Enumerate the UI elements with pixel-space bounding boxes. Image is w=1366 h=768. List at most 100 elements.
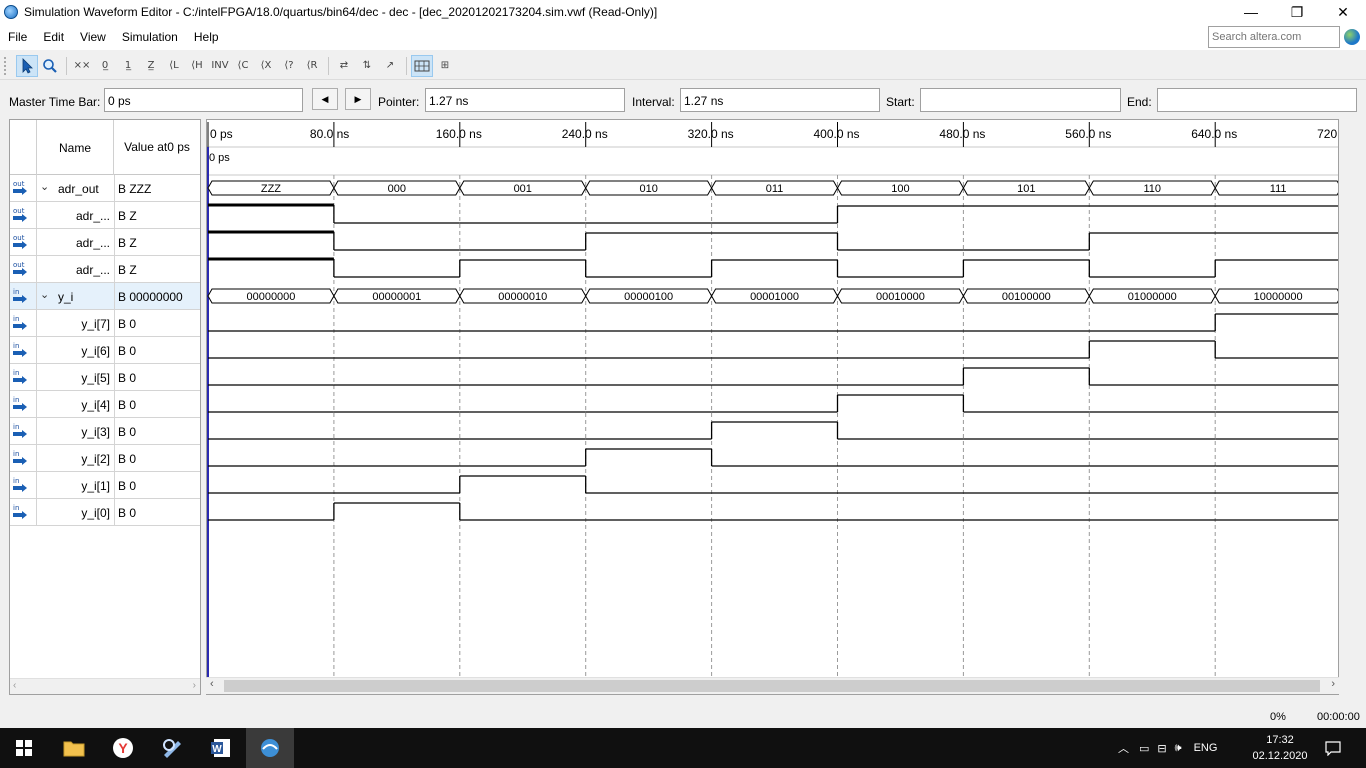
signal-row[interactable]: out adr_... B Z bbox=[10, 256, 200, 283]
pointer-label: Pointer: bbox=[378, 95, 420, 109]
volume-icon[interactable]: 🕪 bbox=[1175, 742, 1182, 755]
signal-value: B Z bbox=[118, 263, 137, 277]
scroll-left-icon[interactable]: ‹ bbox=[13, 680, 16, 691]
start-label: Start: bbox=[886, 95, 915, 109]
zoom-icon[interactable] bbox=[39, 55, 61, 77]
signal-row[interactable]: in y_i[7] B 0 bbox=[10, 310, 200, 337]
chevron-down-icon[interactable]: ⌄ bbox=[40, 180, 49, 193]
interval-field[interactable]: 1.27 ns bbox=[680, 88, 880, 112]
scroll-left-icon[interactable]: ‹ bbox=[210, 678, 214, 690]
overwrite-value-icon[interactable]: ⟨? bbox=[278, 55, 300, 77]
menu-file[interactable]: File bbox=[0, 26, 35, 48]
chevron-up-icon[interactable]: ︿ bbox=[1118, 740, 1129, 756]
column-divider bbox=[36, 391, 37, 418]
name-column-header[interactable]: Name bbox=[36, 120, 114, 175]
snap-icon[interactable]: ⊞ bbox=[434, 55, 456, 77]
pointer-field[interactable]: 1.27 ns bbox=[425, 88, 625, 112]
next-transition-button[interactable]: ▶ bbox=[345, 88, 371, 110]
signal-row[interactable]: in ⌄ y_i B 00000000 bbox=[10, 283, 200, 310]
bus-value-label: 00000010 bbox=[498, 291, 547, 303]
notifications-icon[interactable] bbox=[1325, 728, 1341, 768]
chevron-down-icon[interactable]: ⌄ bbox=[40, 288, 49, 301]
word-icon[interactable]: W bbox=[197, 728, 245, 768]
waveform-canvas[interactable]: 0 ps 80.0 ns 160.0 ns 240.0 ns 320.0 ns 400.0… bbox=[207, 120, 1339, 695]
signal-row[interactable]: in y_i[0] B 0 bbox=[10, 499, 200, 526]
end-field[interactable] bbox=[1157, 88, 1357, 112]
language-indicator[interactable]: ENG bbox=[1194, 742, 1218, 754]
uninit-icon[interactable]: ⨯⨯ bbox=[71, 55, 93, 77]
close-button[interactable]: ✕ bbox=[1320, 0, 1366, 24]
invert-icon[interactable]: ⟨L bbox=[163, 55, 185, 77]
bus-value-label: 010 bbox=[639, 183, 657, 195]
interval-label: Interval: bbox=[632, 95, 675, 109]
signal-row[interactable]: in y_i[5] B 0 bbox=[10, 364, 200, 391]
signal-row[interactable]: in y_i[6] B 0 bbox=[10, 337, 200, 364]
scroll-right-icon[interactable]: › bbox=[1331, 678, 1335, 690]
signal-row[interactable]: in y_i[2] B 0 bbox=[10, 445, 200, 472]
signal-value: B ZZZ bbox=[118, 182, 152, 196]
menu-view[interactable]: View bbox=[72, 26, 114, 48]
search-input[interactable] bbox=[1208, 26, 1340, 48]
count-value-icon[interactable]: ⟨H bbox=[186, 55, 208, 77]
signal-list-panel: Name Value at 0 ps out ⌄ adr_out B ZZZ out ad… bbox=[9, 119, 201, 695]
menu-edit[interactable]: Edit bbox=[35, 26, 72, 48]
signal-row[interactable]: out adr_... B Z bbox=[10, 229, 200, 256]
progress-percent: 0% bbox=[1270, 711, 1286, 723]
column-divider bbox=[114, 310, 115, 337]
svg-text:out: out bbox=[13, 207, 25, 215]
network-icon[interactable]: ⊟ bbox=[1157, 742, 1166, 755]
menu-help[interactable]: Help bbox=[186, 26, 227, 48]
signal-row[interactable]: in y_i[1] B 0 bbox=[10, 472, 200, 499]
bus-value-label: 100 bbox=[891, 183, 909, 195]
grid-icon[interactable] bbox=[411, 54, 433, 77]
sort-icon[interactable]: ⇅ bbox=[356, 55, 378, 77]
master-time-field[interactable]: 0 ps bbox=[104, 88, 303, 112]
signal-row[interactable]: in y_i[3] B 0 bbox=[10, 418, 200, 445]
scroll-right-icon[interactable]: › bbox=[193, 680, 196, 691]
windows-start-icon[interactable] bbox=[0, 728, 48, 768]
ruler-tick-label: 0 ps bbox=[210, 127, 233, 141]
snap-grid-icon[interactable]: ⟨R bbox=[301, 55, 323, 77]
pointer-icon[interactable] bbox=[16, 54, 38, 77]
signal-name: y_i[0] bbox=[81, 506, 110, 520]
signal-row[interactable]: out ⌄ adr_out B ZZZ bbox=[10, 175, 200, 202]
random-value-icon[interactable]: ⟨X bbox=[255, 55, 277, 77]
force-high-icon[interactable]: 1̲ bbox=[117, 55, 139, 77]
quartus-tool-icon[interactable] bbox=[148, 728, 196, 768]
signal-row[interactable]: in y_i[4] B 0 bbox=[10, 391, 200, 418]
yandex-browser-icon[interactable]: Y bbox=[99, 728, 147, 768]
signal-list-hscrollbar[interactable]: ‹ › bbox=[10, 678, 200, 694]
clock-icon[interactable]: INV bbox=[209, 55, 231, 77]
column-divider bbox=[114, 337, 115, 364]
force-low-icon[interactable]: 0̲ bbox=[94, 55, 116, 77]
force-dontcare-icon[interactable]: Z̲ bbox=[140, 55, 162, 77]
value-column-header[interactable]: Value at 0 ps bbox=[114, 120, 200, 175]
ruler-tick-label: 240.0 ns bbox=[562, 127, 608, 141]
scroll-thumb[interactable] bbox=[224, 680, 1320, 692]
waveform-panel[interactable]: 0 ps 80.0 ns 160.0 ns 240.0 ns 320.0 ns 400.0… bbox=[206, 119, 1339, 695]
minimize-button[interactable]: — bbox=[1228, 0, 1274, 24]
globe-icon[interactable] bbox=[1344, 29, 1360, 45]
waveform-hscrollbar[interactable]: ‹ › bbox=[206, 677, 1339, 694]
simulation-editor-taskbar-icon[interactable] bbox=[246, 728, 294, 768]
insert-node-icon[interactable]: ↗ bbox=[379, 55, 401, 77]
bus-value-label: 111 bbox=[1270, 183, 1287, 195]
input-pin-icon: in bbox=[12, 368, 30, 386]
start-field[interactable] bbox=[920, 88, 1121, 112]
waveform-vscrollbar[interactable] bbox=[1339, 119, 1357, 695]
signal-row[interactable]: out adr_... B Z bbox=[10, 202, 200, 229]
toolbar-grip[interactable] bbox=[4, 56, 8, 75]
group-icon[interactable]: ⇄ bbox=[333, 55, 355, 77]
battery-icon[interactable]: ▭ bbox=[1139, 742, 1149, 755]
maximize-button[interactable]: ❐ bbox=[1274, 0, 1320, 24]
prev-transition-button[interactable]: ◀ bbox=[312, 88, 338, 110]
signal-name: y_i[7] bbox=[81, 317, 110, 331]
file-explorer-icon[interactable] bbox=[50, 728, 98, 768]
column-divider bbox=[36, 472, 37, 499]
menu-simulation[interactable]: Simulation bbox=[114, 26, 186, 48]
input-pin-icon: in bbox=[12, 422, 30, 440]
column-divider bbox=[36, 202, 37, 229]
bus-value-label: 00000001 bbox=[372, 291, 421, 303]
taskbar-clock[interactable]: 17:32 02.12.2020 bbox=[1252, 732, 1308, 764]
arbitrary-value-icon[interactable]: ⟨C bbox=[232, 55, 254, 77]
